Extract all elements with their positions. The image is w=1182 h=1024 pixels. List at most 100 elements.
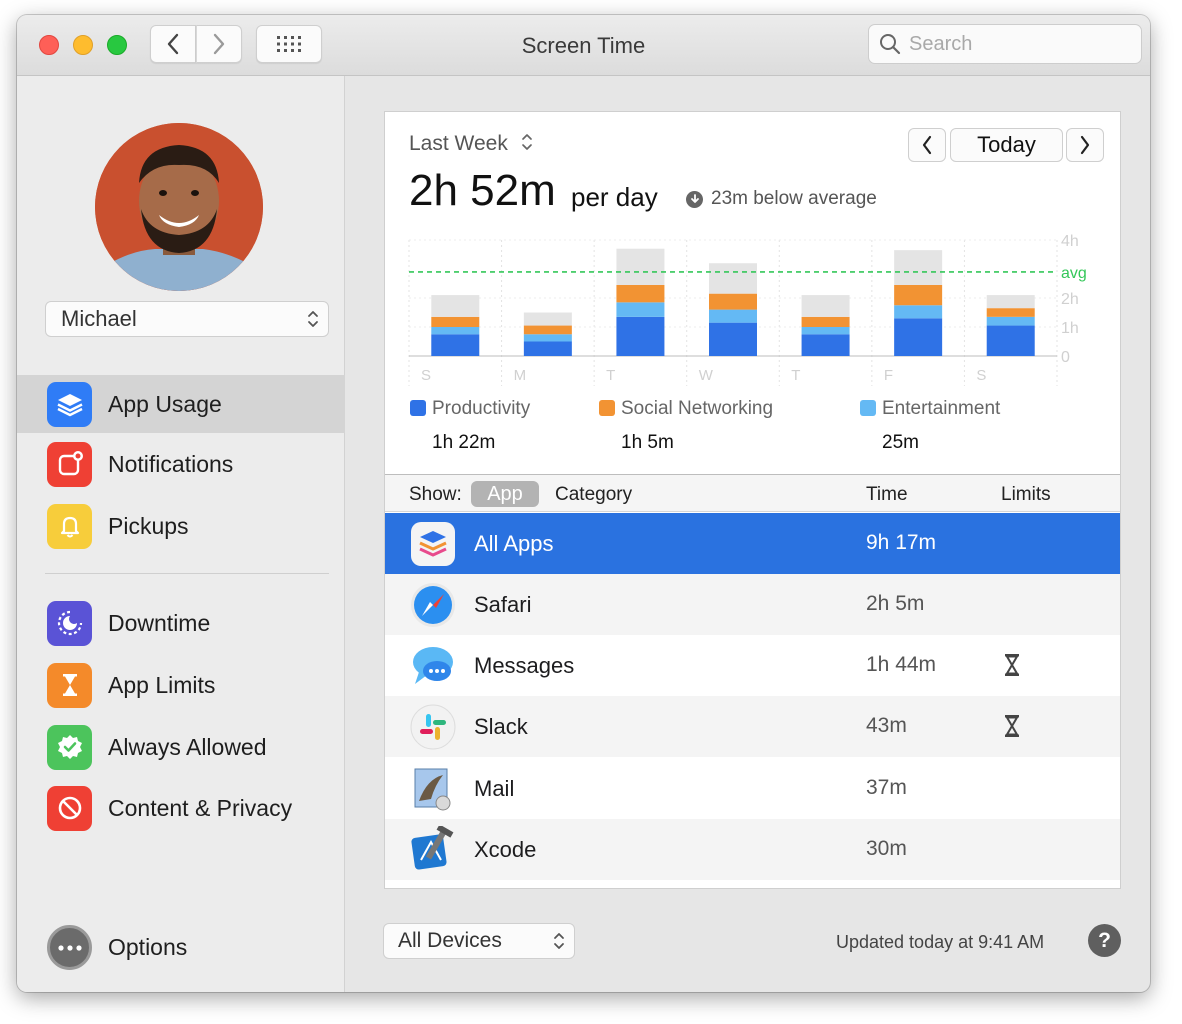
- chart-bar-segment: [986, 308, 1035, 317]
- table-row-messages[interactable]: Messages 1h 44m: [385, 635, 1120, 696]
- legend-label: Entertainment: [882, 398, 1001, 419]
- legend-value: 25m: [882, 432, 919, 453]
- sidebar-item-label: Always Allowed: [108, 733, 267, 760]
- chart-bar-segment: [709, 293, 757, 310]
- show-category-tab[interactable]: Category: [555, 484, 632, 506]
- table-row-slack[interactable]: Slack 43m: [385, 696, 1120, 757]
- search-icon: [880, 34, 901, 55]
- chart-bar-segment: [709, 322, 757, 356]
- help-button[interactable]: ?: [1088, 924, 1121, 957]
- chart-x-tick-label: T: [606, 367, 615, 384]
- show-label: Show:: [409, 484, 462, 505]
- options-button[interactable]: Options: [47, 925, 187, 970]
- legend-value: 1h 22m: [432, 432, 496, 453]
- sidebar-item-downtime[interactable]: Downtime: [17, 594, 345, 652]
- period-label: Last Week: [409, 132, 508, 155]
- chart-bar-segment: [986, 325, 1035, 356]
- chart-x-tick-label: W: [699, 367, 714, 384]
- sidebar-item-app-usage[interactable]: App Usage: [17, 375, 345, 433]
- chart-y-tick-label: 4h: [1061, 233, 1079, 250]
- chart-bar-segment: [431, 295, 480, 317]
- hourglass-icon: [47, 662, 92, 708]
- sidebar-item-always-allowed[interactable]: Always Allowed: [17, 718, 345, 776]
- sidebar-item-content-privacy[interactable]: Content & Privacy: [17, 779, 345, 837]
- bell-icon: [47, 503, 92, 549]
- chart-x-tick-label: F: [884, 367, 893, 384]
- table-row-xcode[interactable]: Xcode 30m: [385, 819, 1120, 880]
- sidebar-item-label: App Limits: [108, 671, 216, 698]
- legend-swatch: [410, 400, 426, 416]
- legend-label: Productivity: [432, 398, 531, 419]
- previous-period-button[interactable]: [908, 128, 946, 162]
- search-field[interactable]: [868, 24, 1142, 64]
- chart-y-tick-label: 1h: [1061, 320, 1079, 337]
- usage-bar-chart: 0 1h 2h 4h S M T W T F Savg: [408, 233, 1087, 386]
- user-selector[interactable]: Michael: [45, 301, 329, 337]
- table-header: Show: App Category Time Limits: [385, 474, 1120, 512]
- messages-icon: [413, 647, 453, 684]
- moon-clock-icon: [47, 600, 92, 646]
- chart-bar-segment: [616, 302, 665, 317]
- average-comparison: 23m below average: [686, 188, 877, 210]
- chart-bar-segment: [523, 312, 572, 326]
- legend-item-entertainment: Entertainment 25m: [860, 398, 1000, 454]
- chart-bar-segment: [523, 341, 572, 356]
- show-app-tab[interactable]: App: [471, 481, 539, 507]
- sidebar-item-label: Downtime: [108, 609, 211, 636]
- daily-average-time: 2h 52m: [409, 166, 556, 215]
- app-name: Xcode: [474, 837, 537, 862]
- notification-badge-icon: [47, 441, 92, 487]
- sidebar-item-app-limits[interactable]: App Limits: [17, 656, 345, 714]
- chart-bar-segment: [616, 248, 665, 285]
- chart-bar-segment: [709, 309, 757, 323]
- sidebar-item-label: Notifications: [108, 450, 234, 477]
- average-comparison-text: 23m below average: [711, 188, 877, 209]
- title-bar: Screen Time: [17, 15, 1150, 76]
- chart-y-tick-label: 0: [1061, 349, 1070, 366]
- sidebar-item-label: App Usage: [108, 390, 222, 417]
- chart-x-tick-label: M: [514, 367, 527, 384]
- chart-x-tick-label: T: [791, 367, 800, 384]
- chart-y-tick-label: 2h: [1061, 291, 1079, 308]
- chart-bar-segment: [616, 284, 665, 303]
- chevron-left-icon: [922, 135, 932, 155]
- today-button[interactable]: Today: [950, 128, 1063, 162]
- all-apps-icon: [411, 522, 455, 566]
- hourglass-icon: [1005, 654, 1019, 676]
- safari-icon: [411, 583, 455, 627]
- column-header-time[interactable]: Time: [866, 484, 908, 506]
- chart-bar-segment: [894, 318, 943, 356]
- prohibited-icon: [47, 785, 92, 831]
- sidebar-item-label: Pickups: [108, 512, 189, 539]
- search-input[interactable]: [909, 32, 1129, 56]
- chart-x-tick-label: S: [421, 367, 431, 384]
- column-header-limits[interactable]: Limits: [1001, 484, 1051, 506]
- sidebar: Michael App Usage Notifications Pickups: [17, 76, 345, 992]
- chart-bar-segment: [986, 316, 1035, 326]
- app-time: 37m: [866, 776, 907, 799]
- sidebar-item-label: Content & Privacy: [108, 794, 293, 821]
- table-row-safari[interactable]: Safari 2h 5m: [385, 574, 1120, 635]
- hourglass-icon: [1005, 715, 1019, 737]
- up-down-chevron-icon: [554, 933, 564, 949]
- legend-value: 1h 5m: [621, 432, 674, 453]
- app-time: 9h 17m: [866, 531, 937, 554]
- legend-swatch: [860, 400, 876, 416]
- slack-icon: [410, 704, 456, 750]
- period-selector[interactable]: Last Week: [409, 132, 534, 156]
- devices-selector[interactable]: All Devices: [383, 923, 575, 959]
- chart-average-label: avg: [1061, 265, 1087, 282]
- sidebar-item-pickups[interactable]: Pickups: [17, 497, 345, 555]
- chart-bar-segment: [801, 327, 850, 335]
- table-row-mail[interactable]: Mail 37m: [385, 758, 1120, 819]
- up-down-chevron-icon: [521, 134, 532, 150]
- sidebar-item-notifications[interactable]: Notifications: [17, 435, 345, 493]
- options-label: Options: [108, 934, 188, 960]
- table-row-all-apps[interactable]: All Apps 9h 17m: [385, 513, 1120, 574]
- chart-x-tick-label: S: [976, 367, 986, 384]
- chart-bar-segment: [431, 327, 480, 335]
- app-time: 2h 5m: [866, 592, 925, 615]
- chart-bar-segment: [801, 334, 850, 356]
- next-period-button[interactable]: [1066, 128, 1104, 162]
- layers-icon: [47, 381, 92, 427]
